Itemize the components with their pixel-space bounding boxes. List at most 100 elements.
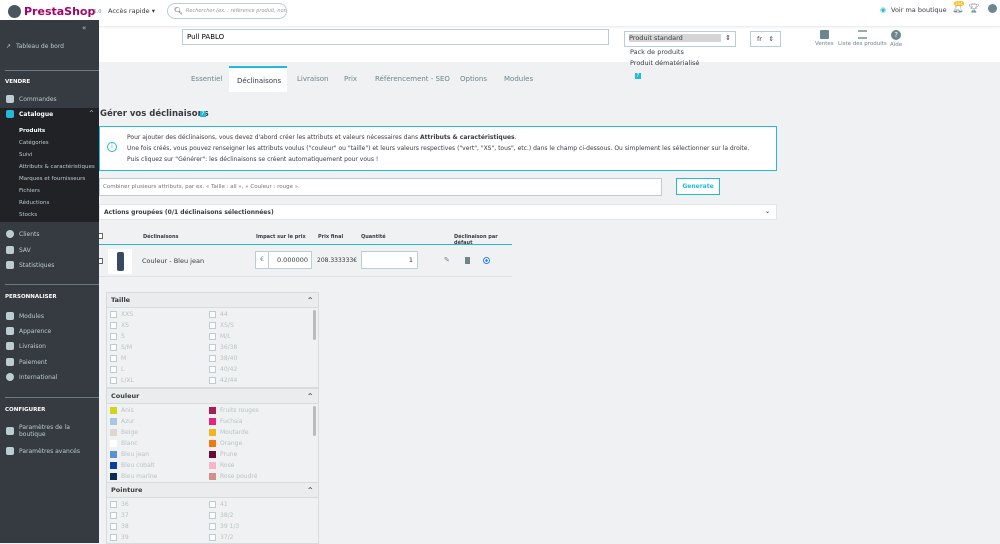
checkbox[interactable]	[110, 322, 117, 330]
tab-essentiel[interactable]: Essentiel	[183, 66, 230, 92]
tab-options[interactable]: Options	[452, 66, 495, 92]
trash-icon[interactable]	[465, 257, 470, 264]
option-pack[interactable]: Pack de produits	[630, 47, 699, 58]
attribute-option[interactable]: Azur	[110, 417, 209, 427]
attribute-option[interactable]: S	[110, 333, 209, 343]
default-radio[interactable]	[483, 257, 490, 264]
attribute-option[interactable]: Blanc	[110, 439, 209, 449]
panel-header[interactable]: Pointure ^	[107, 483, 318, 498]
checkbox[interactable]	[110, 534, 117, 542]
sidebar-sub-suivi[interactable]: Suivi	[19, 152, 32, 158]
attribute-option[interactable]: 44	[209, 311, 308, 321]
attribute-option[interactable]: L	[110, 366, 209, 376]
checkbox[interactable]	[209, 333, 216, 341]
sidebar-item-parametres-boutique[interactable]: Paramètres de la boutique	[6, 424, 76, 438]
checkbox[interactable]	[209, 534, 216, 542]
attribute-option[interactable]: Bleu marine	[110, 472, 209, 482]
color-swatch[interactable]	[110, 461, 117, 469]
checkbox[interactable]	[110, 366, 117, 374]
help-badge[interactable]: ?	[635, 73, 641, 79]
attribute-option[interactable]: Prune	[209, 450, 308, 460]
checkbox[interactable]	[110, 344, 117, 352]
color-swatch[interactable]	[110, 439, 117, 447]
help-button[interactable]: ? Aide	[890, 30, 902, 48]
view-shop-link[interactable]: Voir ma boutique	[891, 6, 947, 14]
help-badge[interactable]: ?	[200, 111, 206, 117]
sales-button[interactable]: Ventes	[815, 30, 834, 47]
attribute-option[interactable]: Bleu cobalt	[110, 461, 209, 471]
sidebar-item-paiement[interactable]: Paiement	[6, 358, 47, 366]
attribute-option[interactable]: 40/42	[209, 366, 308, 376]
tab-declinaisons[interactable]: Déclinaisons	[229, 66, 287, 92]
sidebar-sub-reductions[interactable]: Réductions	[19, 200, 49, 206]
attribute-option[interactable]: M/L	[209, 333, 308, 343]
attribute-option[interactable]: 41	[209, 501, 308, 511]
search-input[interactable]: 🔍︎ Rechercher (ex. : référence produit, …	[167, 3, 287, 19]
sidebar-sub-stocks[interactable]: Stocks	[19, 212, 37, 218]
bulk-actions-toggle[interactable]: Actions groupées (0/1 déclinaisons sélec…	[99, 204, 777, 220]
attribute-option[interactable]: XS/S	[209, 322, 308, 332]
trophy-icon[interactable]: 🏆︎	[968, 4, 979, 14]
option-virtual[interactable]: Produit dématérialisé	[630, 58, 699, 69]
sidebar-item-livraison[interactable]: Livraison	[6, 342, 46, 350]
checkbox[interactable]	[209, 311, 216, 318]
attributes-link[interactable]: Attributs & caractéristiques	[420, 134, 515, 141]
account-icon[interactable]	[988, 4, 997, 13]
checkbox[interactable]	[110, 501, 117, 508]
sidebar-sub-categories[interactable]: Catégories	[19, 140, 49, 146]
attribute-option[interactable]: XS	[110, 322, 209, 332]
scrollbar[interactable]	[313, 406, 316, 436]
panel-header[interactable]: Taille ^	[107, 293, 318, 308]
attribute-option[interactable]: Beige	[110, 428, 209, 438]
sidebar-item-clients[interactable]: Clients	[6, 230, 40, 238]
attribute-option[interactable]: 38/2	[209, 512, 308, 522]
sidebar-item-modules[interactable]: Modules	[6, 312, 44, 320]
color-swatch[interactable]	[110, 472, 117, 480]
attribute-option[interactable]: Rose poudré	[209, 472, 308, 482]
attribute-option[interactable]: 38	[110, 523, 209, 533]
sidebar-item-dashboard[interactable]: ↗ Tableau de bord	[6, 43, 64, 50]
attribute-option[interactable]: Bleu jean	[110, 450, 209, 460]
checkbox[interactable]	[209, 512, 216, 520]
attribute-option[interactable]: 37	[110, 512, 209, 522]
attribute-option[interactable]: S/M	[110, 344, 209, 354]
checkbox[interactable]	[110, 355, 117, 363]
color-swatch[interactable]	[209, 450, 216, 458]
color-swatch[interactable]	[110, 407, 117, 414]
color-swatch[interactable]	[209, 439, 216, 447]
attribute-option[interactable]: Moutarde	[209, 428, 308, 438]
attribute-option[interactable]: L/XL	[110, 377, 209, 387]
attribute-option[interactable]: 38/40	[209, 355, 308, 365]
checkbox[interactable]	[209, 344, 216, 352]
attribute-option[interactable]: XXS	[110, 311, 209, 321]
sidebar-item-apparence[interactable]: Apparence	[6, 327, 51, 335]
sidebar-sub-produits[interactable]: Produits	[19, 128, 45, 134]
scrollbar[interactable]	[313, 310, 316, 340]
color-swatch[interactable]	[110, 417, 117, 425]
sidebar-item-catalogue[interactable]: Catalogue	[6, 110, 53, 118]
tab-modules[interactable]: Modules	[496, 66, 541, 92]
generate-button[interactable]: Generate	[676, 178, 720, 195]
attribute-option[interactable]: Orange	[209, 439, 308, 449]
product-name-input[interactable]	[182, 29, 609, 45]
color-swatch[interactable]	[209, 428, 216, 436]
attribute-option[interactable]: Anis	[110, 407, 209, 416]
sidebar-sub-attributs[interactable]: Attributs & caractéristiques	[19, 164, 95, 170]
combine-attributes-input[interactable]	[99, 178, 662, 196]
attribute-option[interactable]: Fuchsia	[209, 417, 308, 427]
attribute-option[interactable]: 36/38	[209, 344, 308, 354]
attribute-option[interactable]: M	[110, 355, 209, 365]
price-impact-input[interactable]: € 0.000000	[255, 251, 312, 269]
product-list-button[interactable]: Liste des produits	[838, 30, 887, 47]
color-swatch[interactable]	[110, 428, 117, 436]
language-select[interactable]: fr ⇕	[750, 31, 781, 47]
checkbox[interactable]	[110, 512, 117, 520]
checkbox[interactable]	[110, 333, 117, 341]
attribute-option[interactable]: Rose	[209, 461, 308, 471]
quantity-input[interactable]: 1	[361, 251, 418, 269]
attribute-option[interactable]: Fruits rouges	[209, 407, 308, 416]
color-swatch[interactable]	[209, 472, 216, 480]
sidebar-sub-fichiers[interactable]: Fichiers	[19, 188, 40, 194]
sidebar-item-statistiques[interactable]: Statistiques	[6, 261, 54, 269]
sidebar-item-international[interactable]: International	[6, 373, 57, 381]
